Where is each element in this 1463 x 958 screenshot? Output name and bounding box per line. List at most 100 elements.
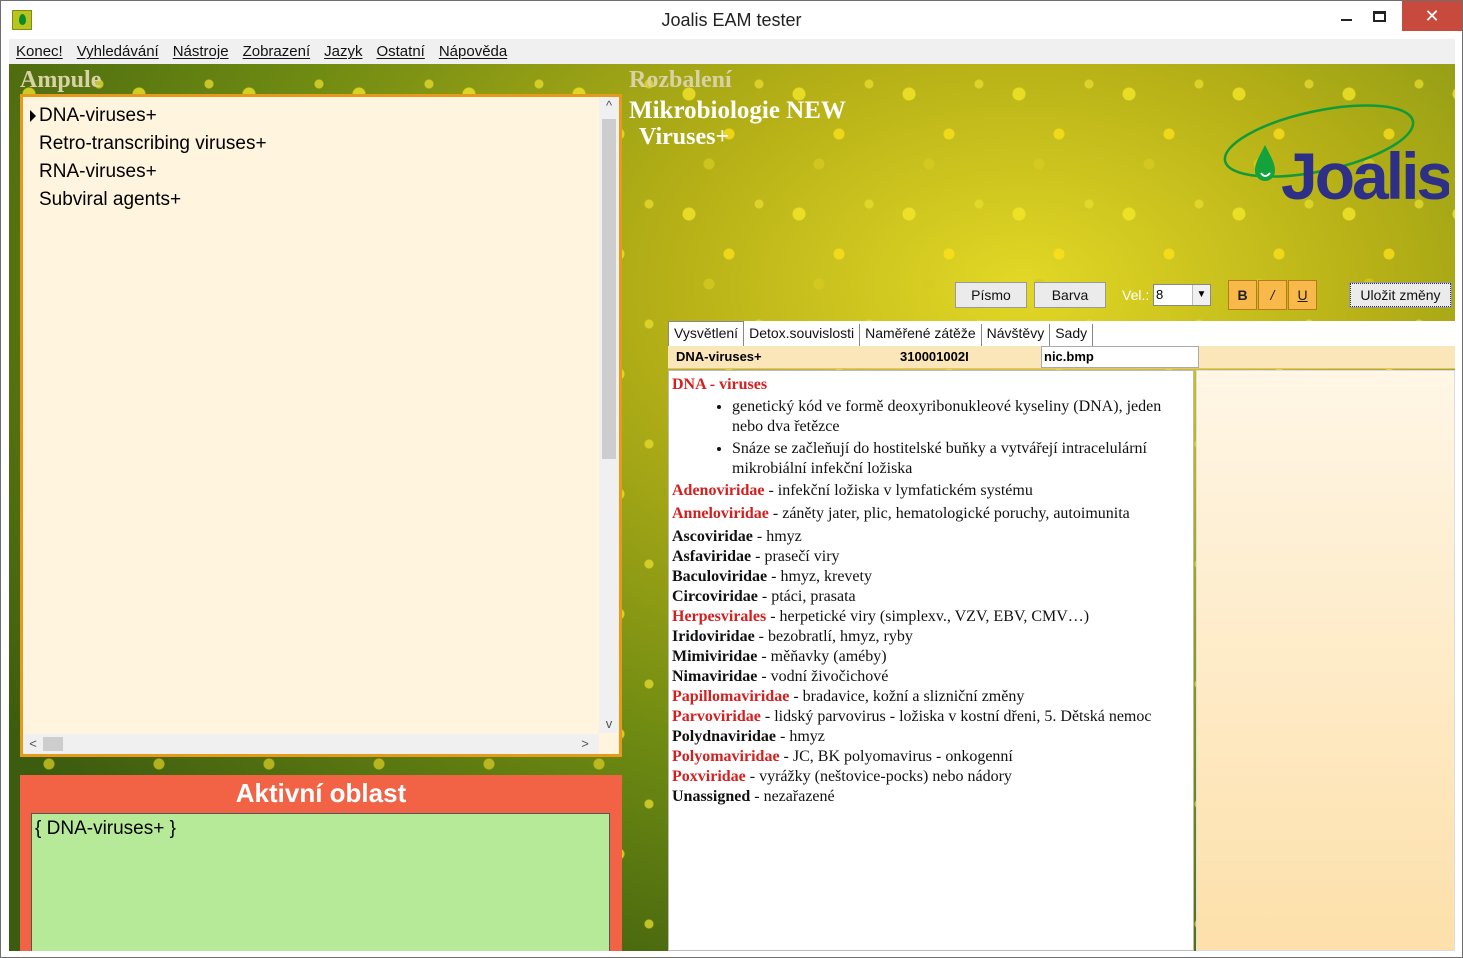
vertical-scrollbar[interactable]: ^ v [599,97,619,733]
virus-family-entry: Nimaviridae - vodní živočichové [672,667,1190,687]
virus-family-name: Poxviridae [672,768,746,785]
virus-family-description: - infekční ložiska v lymfatickém systému [768,482,1033,499]
ampule-item-rna-viruses[interactable]: RNA-viruses+ [27,158,597,186]
description-bullet: genetický kód ve formě deoxyribonukleové… [732,397,1190,437]
bold-button[interactable]: B [1228,280,1257,310]
minimize-icon [1341,19,1352,21]
virus-family-entry: Papillomaviridae - bradavice, kožní a sl… [672,687,1190,707]
virus-family-description: - bezobratlí, hmyz, ryby [754,628,913,645]
menu-napoveda[interactable]: Nápověda [432,43,514,60]
virus-family-description: - záněty jater, plic, hematologické poru… [768,505,1130,522]
virus-family-entry: Polydnaviridae - hmyz [672,727,1190,747]
virus-family-name: Papillomaviridae [672,688,790,705]
maximize-button[interactable] [1357,1,1402,31]
description-bullet: Snáze se začleňují do hostitelské buňky … [732,439,1190,479]
virus-family-name: Mimiviridae [672,648,758,665]
virus-family-description: - prasečí viry [755,548,840,565]
menu-vyhledavani[interactable]: Vyhledávání [70,43,166,60]
tab-navstevy[interactable]: Návštěvy [982,324,1051,346]
virus-family-entry: Polyomaviridae - JC, BK polyomavirus - o… [672,747,1190,767]
description-bullets: genetický kód ve formě deoxyribonukleové… [732,397,1190,479]
virus-family-name: Unassigned [672,788,751,805]
viruses-title: Viruses+ [639,124,730,150]
description-side-panel [1196,370,1455,951]
virus-family-name: Polyomaviridae [672,748,780,765]
info-strip: DNA-viruses+ 310001002I nic.bmp [668,346,1455,369]
virus-family-entry: Anneloviridae - záněty jater, plic, hema… [672,504,1190,524]
virus-family-name: Nimaviridae [672,668,758,685]
tab-namerene-zateze[interactable]: Naměřené zátěže [860,324,982,346]
ampule-item-subviral-agents[interactable]: Subviral agents+ [27,186,597,214]
virus-family-name: Polydnaviridae [672,728,777,745]
ampule-list-panel: DNA-viruses+ Retro-transcribing viruses+… [20,94,622,757]
velikost-select[interactable]: 8 ▼ [1153,284,1211,306]
menu-konec[interactable]: Konec! [9,43,70,60]
virus-family-name: Iridoviridae [672,628,755,645]
window-title: Joalis EAM tester [661,10,802,30]
tab-vysvetleni[interactable]: Vysvětlení [668,321,745,346]
description-text-area[interactable]: DNA - viruses genetický kód ve formě deo… [668,370,1194,951]
horizontal-scroll-thumb[interactable] [43,737,63,751]
virus-family-description: - lidský parvovirus - ložiska v kostní d… [760,708,1152,725]
virus-family-entry: Baculoviridae - hmyz, krevety [672,567,1190,587]
aktivni-oblast-title: Aktivní oblast [235,778,407,808]
tab-sady[interactable]: Sady [1050,324,1094,346]
ampule-item-retro-transcribing[interactable]: Retro-transcribing viruses+ [27,130,597,158]
image-file-field[interactable]: nic.bmp [1041,346,1199,368]
menu-jazyk[interactable]: Jazyk [317,43,369,60]
tab-detox-souvislosti[interactable]: Detox.souvislosti [744,324,861,346]
tab-bar-fill [1093,321,1455,346]
info-name: DNA-viruses+ [676,349,762,364]
aktivni-oblast-field[interactable]: { DNA-viruses+ } [31,813,610,951]
rozbaleni-title: Rozbalení [629,67,732,93]
virus-family-entry: Asfaviridae - prasečí viry [672,547,1190,567]
description-heading: DNA - viruses [672,376,768,393]
virus-family-name: Herpesvirales [672,608,767,625]
menu-zobrazeni[interactable]: Zobrazení [236,43,318,60]
vertical-scroll-thumb[interactable] [602,119,616,459]
menu-ostatni[interactable]: Ostatní [369,43,431,60]
scroll-right-icon[interactable]: > [575,736,595,751]
virus-family-entry: Iridoviridae - bezobratlí, hmyz, ryby [672,627,1190,647]
tab-bar: Vysvětlení Detox.souvislosti Naměřené zá… [668,321,1455,346]
virus-family-name: Anneloviridae [672,505,769,522]
virus-family-description: - vodní živočichové [757,668,889,685]
joalis-logo: Joalis [1223,104,1449,209]
menu-nastroje[interactable]: Nástroje [166,43,236,60]
mikrobiologie-title: Mikrobiologie NEW [629,97,846,124]
virus-family-name: Baculoviridae [672,568,768,585]
virus-family-name: Asfaviridae [672,548,756,565]
save-changes-button[interactable]: Uložit změny [1349,282,1452,308]
title-bar[interactable]: Joalis EAM tester ✕ [1,1,1462,38]
virus-family-entry: Mimiviridae - měňavky (améby) [672,647,1190,667]
barva-button[interactable]: Barva [1034,282,1106,308]
horizontal-scrollbar[interactable]: < > [23,734,599,754]
underline-button[interactable]: U [1288,280,1317,310]
app-window: Joalis EAM tester ✕ Konec! Vyhledávání N… [0,0,1463,958]
scroll-down-icon[interactable]: v [599,716,619,731]
close-button[interactable]: ✕ [1402,1,1462,31]
virus-family-description: - měňavky (améby) [757,648,887,665]
ampule-title: Ampule [20,67,102,93]
chevron-down-icon[interactable]: ▼ [1192,285,1210,305]
virus-family-description: - nezařazené [750,788,835,805]
scroll-up-icon[interactable]: ^ [599,98,619,113]
virus-family-description: - hmyz, krevety [767,568,872,585]
joalis-logo-text: Joalis [1281,139,1449,209]
info-code: 310001002I [900,349,969,364]
virus-family-name: Circoviridae [672,588,758,605]
virus-family-entry: Adenoviridae - infekční ložiska v lymfat… [672,481,1190,501]
virus-family-name: Ascoviridae [672,528,753,545]
virus-family-description: - hmyz [752,528,802,545]
italic-button[interactable]: / [1258,280,1287,310]
virus-family-name: Parvoviridae [672,708,761,725]
virus-family-entry: Parvoviridae - lidský parvovirus - ložis… [672,707,1190,727]
scroll-left-icon[interactable]: < [23,736,43,751]
velikost-value: 8 [1156,287,1164,302]
virus-family-description: - bradavice, kožní a slizniční změny [789,688,1025,705]
ampule-item-dna-viruses[interactable]: DNA-viruses+ [27,102,597,130]
aktivni-oblast-panel: Aktivní oblast { DNA-viruses+ } [20,775,622,951]
virus-family-entry: Circoviridae - ptáci, prasata [672,587,1190,607]
virus-family-description: - JC, BK polyomavirus - onkogenní [779,748,1013,765]
pismo-button[interactable]: Písmo [955,282,1027,308]
